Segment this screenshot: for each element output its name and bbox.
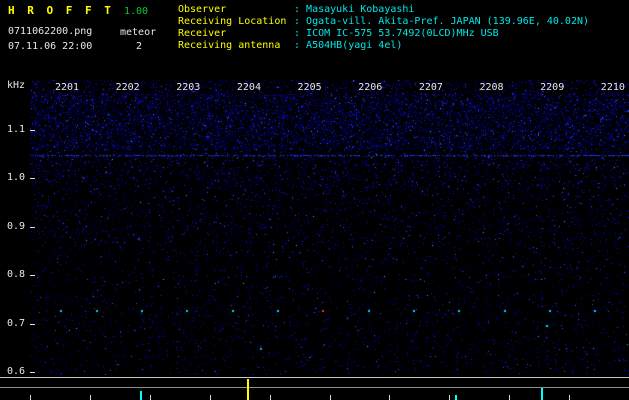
- signal-spike: [140, 391, 142, 400]
- signal-spike: [247, 379, 249, 400]
- signal-level-strip: [0, 375, 629, 400]
- y-tick-label: 0.7: [6, 317, 25, 329]
- observation-info: ObserverMasayuki KobayashiReceiving Loca…: [178, 4, 589, 52]
- y-tick-label: 0.8: [6, 269, 25, 281]
- observation-datetime: 07.11.06 22:00: [8, 41, 93, 52]
- info-value: Masayuki Kobayashi: [294, 4, 414, 15]
- app-version: 1.00: [124, 6, 149, 17]
- minute-tick: [269, 395, 271, 400]
- y-tick-label: 0.9: [6, 220, 25, 232]
- minute-tick: [149, 395, 151, 400]
- y-tick-label: 1.1: [6, 124, 25, 135]
- app-title: H R O F F T: [8, 4, 114, 17]
- info-label: Receiver: [178, 28, 227, 39]
- info-value: Ogata-vill. Akita-Pref. JAPAN (139.96E, …: [294, 16, 589, 27]
- signal-spike: [455, 395, 457, 400]
- minute-tick: [209, 395, 211, 400]
- output-filename: 0711062200.png: [8, 26, 93, 37]
- hrofft-window: H R O F F T 1.00 0711062200.png meteor 2…: [0, 0, 629, 400]
- spectrogram-canvas: [30, 80, 629, 375]
- y-axis-unit-label: kHz: [6, 80, 25, 91]
- meteor-count: 2: [136, 41, 143, 52]
- info-label: Receiving Location: [178, 16, 287, 27]
- y-tick-label: 1.0: [6, 172, 25, 184]
- observation-info-row: Receiving antenna A504HB(yagi 4el): [178, 40, 589, 52]
- observation-info-row: Observer Masayuki Kobayashi: [178, 4, 589, 16]
- info-label: Receiving antenna: [178, 40, 281, 51]
- minute-tick: [30, 395, 31, 400]
- observation-info-row: Receiving Location Ogata-vill. Akita-Pref…: [178, 16, 589, 28]
- minute-tick: [89, 395, 91, 400]
- observation-info-row: Receiver ICOM IC-575 53.7492(0LCD)MHz USB: [178, 28, 589, 40]
- info-label: Observer: [178, 4, 227, 15]
- minute-tick: [389, 395, 391, 400]
- strip-mid-line: [0, 387, 629, 388]
- minute-tick: [449, 395, 451, 400]
- minute-tick: [329, 395, 331, 400]
- minute-tick: [569, 395, 571, 400]
- minute-tick: [509, 395, 511, 400]
- mode-label: meteor: [120, 27, 157, 38]
- info-value: ICOM IC-575 53.7492(0LCD)MHz USB: [294, 28, 499, 39]
- strip-top-line: [0, 377, 629, 378]
- signal-spike: [541, 388, 543, 400]
- info-value: A504HB(yagi 4el): [294, 40, 402, 51]
